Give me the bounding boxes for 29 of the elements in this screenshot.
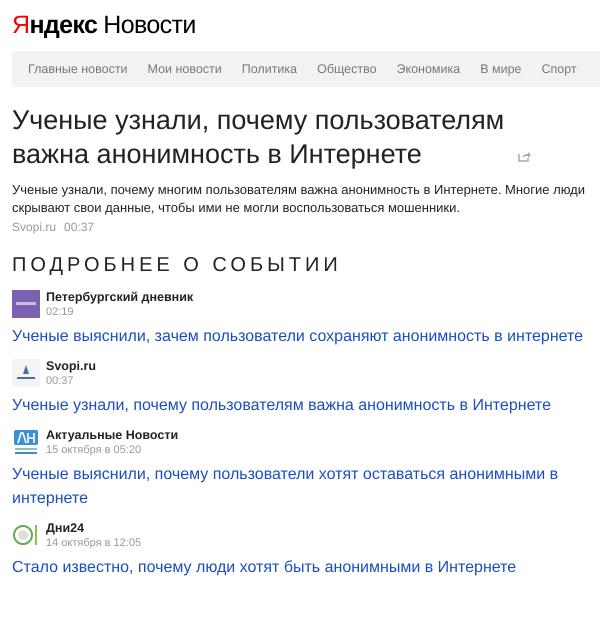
source-name[interactable]: Петербургский дневник	[46, 290, 194, 305]
share-icon[interactable]	[518, 151, 531, 162]
logo-icon	[12, 359, 40, 387]
section-heading: ПОДРОБНЕЕ О СОБЫТИИ	[12, 253, 343, 278]
logo-icon	[12, 290, 40, 318]
nav-link[interactable]: Общество	[317, 60, 377, 78]
publish-time: 00:37	[64, 219, 94, 236]
story-headline-link[interactable]: Ученые выяснили, почему пользователи хотят оставаться анонимными в интернете	[12, 463, 588, 511]
nav-link[interactable]: Мои новости	[148, 60, 222, 78]
nav-link[interactable]: Главные новости	[28, 60, 128, 78]
story-headline-link[interactable]: Ученые выяснили, зачем пользователи сохраняют анонимность в интернете	[12, 325, 588, 349]
service-title: Новости	[103, 10, 196, 40]
source-name[interactable]: Svopi.ru	[46, 359, 96, 374]
story-headline-link[interactable]: Стало известно, почему люди хотят быть анонимными в Интернете	[12, 556, 588, 580]
source-name[interactable]: Актуальные Новости	[46, 428, 178, 443]
article-title: Ученые узнали, почему пользователям важна анонимность в Интернете	[12, 104, 506, 171]
publish-time: 02:19	[46, 305, 75, 319]
story-headline-link[interactable]: Ученые узнали, почему пользователям важна анонимность в Интернете	[12, 394, 588, 418]
nav-link[interactable]: В мире	[480, 60, 522, 78]
article-summary: Ученые узнали, почему многим пользователям важна анонимность в Интернете. Многие люди скрывают свои данные, чтобы ими не могли воспользоваться мошенники.	[12, 181, 586, 217]
logo-text[interactable]: Яндекс	[12, 10, 98, 40]
publish-time: 14 октября в 12:05	[46, 536, 142, 550]
nav-link[interactable]: Спорт	[541, 60, 577, 78]
logo-icon	[12, 428, 40, 456]
nav-link[interactable]: Экономика	[396, 60, 460, 78]
nav-link[interactable]: Политика	[242, 60, 298, 78]
publish-time: 00:37	[46, 374, 75, 388]
source-name[interactable]: Дни24	[46, 521, 142, 536]
publish-time: 15 октября в 05:20	[46, 443, 142, 457]
